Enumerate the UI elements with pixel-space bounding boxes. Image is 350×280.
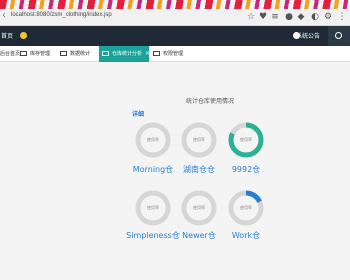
- warehouse-gauge: 使用率: [134, 189, 172, 227]
- detail-link[interactable]: 详细: [132, 109, 144, 118]
- tab-warehouse-analysis[interactable]: 仓库统计分析 ×: [99, 46, 150, 62]
- warehouse-name[interactable]: 9992仓: [211, 164, 281, 175]
- tab-permissions[interactable]: 权限管理: [153, 46, 183, 62]
- tab-statistics[interactable]: 数据统计: [60, 46, 90, 62]
- warehouse-gauge: 使用率: [227, 189, 265, 227]
- browser-decoration-strip: [0, 0, 350, 9]
- bookmark-star-icon[interactable]: ☆: [246, 12, 256, 22]
- warehouse-gauge: 使用率: [134, 121, 172, 159]
- more-icon[interactable]: ⋮: [337, 12, 347, 22]
- settings-icon[interactable]: ⚙: [323, 12, 333, 22]
- warehouse-gauge: 使用率: [180, 189, 218, 227]
- warehouse-gauge: 使用率: [227, 121, 265, 159]
- monitor-icon: [60, 51, 67, 56]
- tab-label: 数据统计: [70, 51, 91, 57]
- document-icon: [102, 51, 109, 56]
- back-arrow-icon[interactable]: ‹: [2, 10, 6, 21]
- power-icon: [335, 32, 342, 39]
- gauge-label: 使用率: [193, 137, 205, 142]
- tab-label: 权限管理: [163, 51, 184, 57]
- tab-label: 仓库统计分析: [112, 51, 143, 57]
- tab-label: 后台首页: [0, 51, 21, 57]
- gauge-label: 使用率: [147, 137, 159, 142]
- tab-label: 库存管理: [30, 51, 51, 57]
- url-text[interactable]: localhost:8080/zsm_clothing/index.jsp: [11, 12, 112, 18]
- gauge-label: 使用率: [193, 205, 205, 210]
- brand-logo-icon: [20, 32, 27, 39]
- notice-link[interactable]: 系统公告: [296, 31, 320, 40]
- app-header: 首页 系统公告: [0, 26, 350, 46]
- tab-home[interactable]: 后台首页: [0, 46, 20, 62]
- warehouse-gauge: 使用率: [180, 121, 218, 159]
- logout-button[interactable]: [328, 26, 350, 46]
- user-icon[interactable]: ●: [284, 12, 294, 22]
- gauge-label: 使用率: [240, 205, 252, 210]
- tab-bar: 后台首页 库存管理 数据统计 仓库统计分析 × 权限管理: [0, 46, 350, 62]
- monitor-icon: [20, 51, 27, 56]
- gauge-label: 使用率: [147, 205, 159, 210]
- panel-title: 统计仓库使用情况: [185, 98, 234, 105]
- tab-inventory[interactable]: 库存管理: [20, 46, 50, 62]
- heart-icon[interactable]: ♥: [258, 12, 268, 22]
- menu-icon[interactable]: ≡: [270, 12, 280, 22]
- close-icon[interactable]: ×: [145, 50, 150, 57]
- monitor-icon: [153, 51, 160, 56]
- browser-address-bar[interactable]: ‹ localhost:8080/zsm_clothing/index.jsp …: [0, 9, 350, 26]
- gauge-label: 使用率: [240, 137, 252, 142]
- extension-icon[interactable]: ◐: [310, 12, 320, 22]
- shield-icon[interactable]: ◆: [296, 12, 306, 22]
- warehouse-name[interactable]: Work仓: [211, 230, 281, 241]
- home-link[interactable]: 首页: [1, 31, 13, 40]
